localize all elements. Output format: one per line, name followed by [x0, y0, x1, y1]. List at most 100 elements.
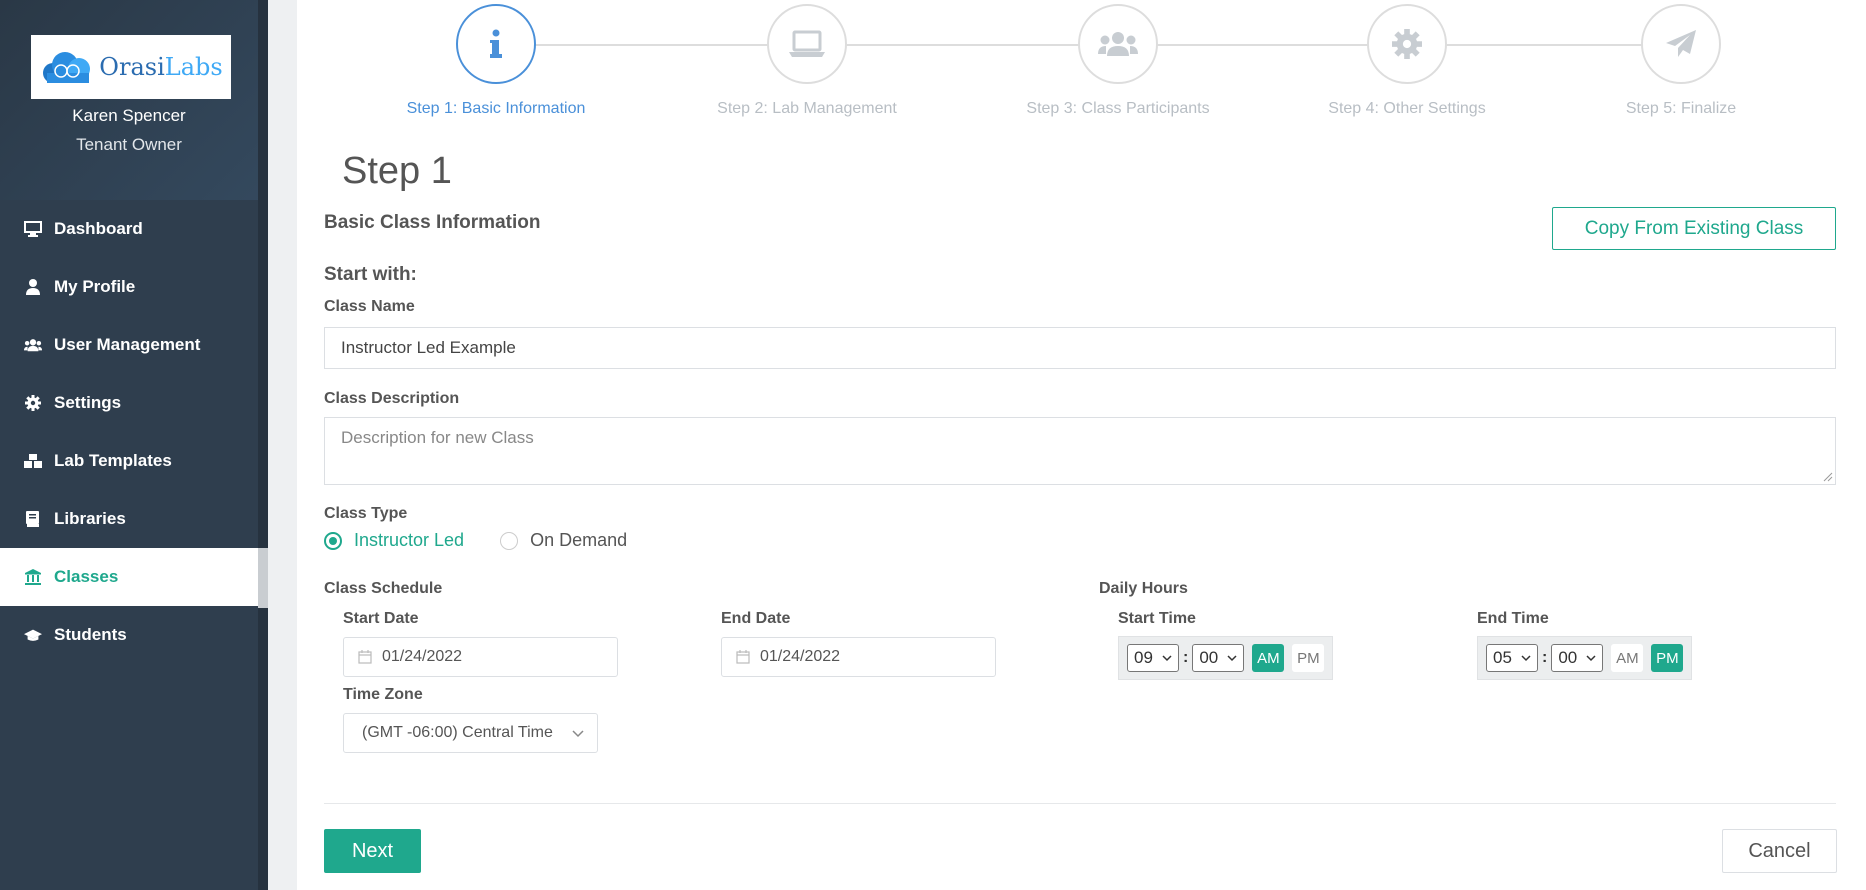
step-wizard: Step 1: Basic Information Step 2: Lab Ma… — [297, 0, 1866, 130]
sidebar-item-lab-templates[interactable]: Lab Templates — [0, 432, 258, 490]
user-role: Tenant Owner — [76, 135, 182, 154]
start-date-input[interactable]: 01/24/2022 — [343, 637, 618, 677]
user-icon — [24, 278, 42, 296]
chevron-down-icon — [1227, 655, 1237, 662]
sidebar-item-label: User Management — [54, 335, 201, 354]
end-time-label: End Time — [1477, 610, 1549, 627]
monitor-icon — [24, 220, 42, 238]
start-time-label: Start Time — [1118, 610, 1196, 627]
end-time-picker: 05 : 00 AM PM — [1477, 636, 1693, 680]
class-name-label: Class Name — [324, 298, 415, 315]
sidebar-item-classes[interactable]: Classes — [0, 548, 258, 606]
chevron-down-icon — [1586, 655, 1596, 662]
sidebar-item-label: Lab Templates — [54, 451, 172, 470]
chevron-down-icon — [1162, 655, 1172, 662]
step-1-circle — [456, 4, 536, 84]
end-date-label: End Date — [721, 610, 791, 627]
form-divider — [324, 803, 1836, 804]
step-2[interactable]: Step 2: Lab Management — [687, 4, 927, 118]
institution-icon — [24, 568, 42, 586]
page-title: Step 1 — [342, 150, 452, 192]
sidebar-item-students[interactable]: Students — [0, 606, 258, 664]
start-time-picker: 09 : 00 AM PM — [1118, 636, 1334, 680]
sidebar-item-my-profile[interactable]: My Profile — [0, 258, 258, 316]
class-schedule-label: Class Schedule — [324, 580, 443, 597]
cancel-button[interactable]: Cancel — [1722, 829, 1837, 873]
end-date-input[interactable]: 01/24/2022 — [721, 637, 996, 677]
start-hour-select[interactable]: 09 — [1127, 644, 1179, 672]
calendar-icon — [358, 650, 372, 664]
class-description-textarea[interactable]: Description for new Class — [324, 417, 1836, 485]
sidebar-item-label: Classes — [54, 567, 119, 586]
logo-text: OrasiLabs — [99, 53, 223, 81]
step-5-label: Step 5: Finalize — [1625, 100, 1737, 117]
sidebar-profile: OrasiLabs Karen Spencer Tenant Owner — [0, 0, 268, 200]
step-5[interactable]: Step 5: Finalize — [1561, 4, 1801, 118]
user-name: Karen Spencer — [72, 106, 186, 125]
time-zone-select[interactable]: (GMT -06:00) Central Time — [343, 713, 598, 753]
end-hour-select[interactable]: 05 — [1486, 644, 1538, 672]
sidebar-item-settings[interactable]: Settings — [0, 374, 258, 432]
step-1-label: Step 1: Basic Information — [406, 100, 586, 117]
resize-handle-icon[interactable] — [1823, 472, 1833, 482]
step-2-circle — [767, 4, 847, 84]
sidebar-item-label: My Profile — [54, 277, 136, 296]
chevron-down-icon — [1521, 655, 1531, 662]
step-3-circle — [1078, 4, 1158, 84]
sidebar: OrasiLabs Karen Spencer Tenant Owner Das… — [0, 0, 268, 890]
next-button[interactable]: Next — [324, 829, 421, 873]
class-type-radio-group: Instructor Led On Demand — [324, 530, 627, 551]
class-description-label: Class Description — [324, 390, 460, 407]
class-description-placeholder: Description for new Class — [341, 428, 534, 447]
on-demand-label[interactable]: On Demand — [530, 530, 627, 551]
graduation-cap-icon — [24, 626, 42, 644]
sidebar-item-label: Dashboard — [54, 219, 143, 238]
instructor-led-radio[interactable] — [324, 531, 342, 550]
sidebar-item-label: Students — [54, 625, 127, 644]
step-2-label: Step 2: Lab Management — [717, 100, 897, 117]
cubes-icon — [24, 452, 42, 470]
info-icon — [490, 29, 502, 58]
step-1[interactable]: Step 1: Basic Information — [376, 4, 616, 118]
start-date-value: 01/24/2022 — [382, 648, 463, 665]
gear-icon — [24, 394, 42, 412]
step-4[interactable]: Step 4: Other Settings — [1287, 4, 1527, 118]
laptop-icon — [789, 30, 825, 57]
time-zone-value: (GMT -06:00) Central Time — [362, 724, 553, 741]
step-5-circle — [1641, 4, 1721, 84]
chevron-down-icon — [572, 730, 584, 738]
start-pm-toggle[interactable]: PM — [1292, 644, 1325, 672]
gear-icon — [1392, 29, 1422, 59]
instructor-led-label[interactable]: Instructor Led — [354, 530, 464, 551]
step-3-label: Step 3: Class Participants — [1026, 100, 1210, 117]
on-demand-radio[interactable] — [500, 531, 519, 550]
end-pm-toggle[interactable]: PM — [1651, 644, 1684, 672]
start-with-label: Start with: — [324, 264, 417, 285]
book-icon — [24, 510, 42, 528]
copy-from-existing-class-button[interactable]: Copy From Existing Class — [1552, 207, 1836, 250]
sidebar-item-libraries[interactable]: Libraries — [0, 490, 258, 548]
end-am-toggle[interactable]: AM — [1611, 644, 1644, 672]
sidebar-scrollbar-thumb[interactable] — [258, 548, 268, 608]
time-zone-label: Time Zone — [343, 686, 423, 703]
step-4-label: Step 4: Other Settings — [1328, 100, 1486, 117]
start-am-toggle[interactable]: AM — [1252, 644, 1285, 672]
calendar-icon — [736, 650, 750, 664]
sidebar-item-user-management[interactable]: User Management — [0, 316, 258, 374]
section-title: Basic Class Information — [324, 212, 541, 233]
sidebar-item-label: Settings — [54, 393, 122, 412]
end-date-value: 01/24/2022 — [760, 648, 841, 665]
orasilabs-logo[interactable]: OrasiLabs — [31, 35, 231, 99]
class-name-input[interactable]: Instructor Led Example — [324, 327, 1836, 369]
daily-hours-label: Daily Hours — [1099, 580, 1188, 597]
sidebar-scrollbar[interactable] — [258, 0, 268, 890]
paper-plane-icon — [1666, 30, 1696, 57]
class-type-label: Class Type — [324, 505, 408, 522]
main-panel: Step 1: Basic Information Step 2: Lab Ma… — [297, 0, 1866, 890]
start-minute-select[interactable]: 00 — [1192, 644, 1245, 672]
sidebar-item-dashboard[interactable]: Dashboard — [0, 200, 258, 258]
end-minute-select[interactable]: 00 — [1551, 644, 1604, 672]
step-4-circle — [1367, 4, 1447, 84]
step-3[interactable]: Step 3: Class Participants — [998, 4, 1238, 118]
cloud-logo-icon — [43, 52, 91, 83]
